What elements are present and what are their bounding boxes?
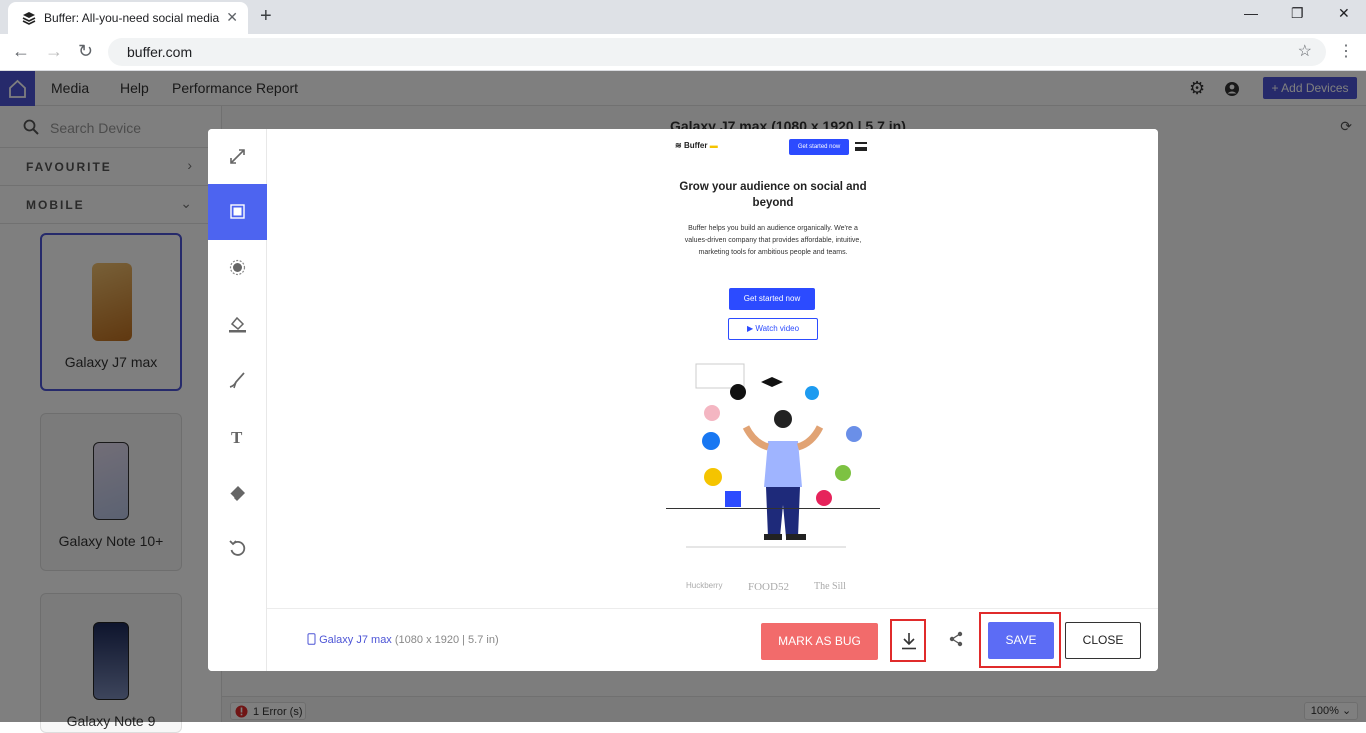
eraser-icon [229, 486, 245, 501]
restore-icon[interactable]: ❐ [1291, 5, 1304, 22]
annotation-toolbar: T [208, 129, 267, 671]
forward-icon[interactable]: → [45, 41, 63, 62]
brush-icon [229, 372, 245, 389]
preview-watch-video: ▶ Watch video [728, 318, 818, 340]
preview-headline: Grow your audience on social and beyond [679, 181, 867, 209]
bookmark-star-icon[interactable]: ☆ [1298, 41, 1312, 61]
save-highlight: SAVE [979, 612, 1061, 668]
fill-tool[interactable] [208, 296, 267, 352]
annotation-drawn-line [666, 508, 880, 509]
circle-tool[interactable] [208, 240, 267, 296]
device-info: Galaxy J7 max (1080 x 1920 | 5.7 in) [307, 633, 499, 646]
close-tab-icon[interactable]: ✕ [226, 9, 238, 26]
text-tool[interactable]: T [208, 409, 267, 465]
modal-footer: Galaxy J7 max (1080 x 1920 | 5.7 in) MAR… [267, 608, 1158, 671]
line-tool[interactable] [208, 129, 267, 185]
paint-bucket-icon [229, 316, 246, 333]
download-icon [902, 633, 916, 650]
browser-menu-icon[interactable]: ⋮ [1338, 41, 1354, 61]
new-tab-icon[interactable]: + [260, 5, 272, 28]
circle-icon [229, 259, 246, 276]
text-icon: T [231, 428, 243, 446]
minimize-icon[interactable]: — [1244, 5, 1258, 21]
eraser-tool[interactable] [208, 465, 267, 521]
preview-body: Buffer helps you build an audience organ… [684, 225, 862, 256]
reload-icon[interactable]: ↻ [78, 41, 93, 62]
hamburger-icon [855, 142, 867, 151]
save-button[interactable]: SAVE [988, 622, 1054, 659]
svg-text:T: T [231, 428, 243, 446]
rectangle-tool[interactable] [208, 184, 267, 240]
back-icon[interactable]: ← [12, 41, 30, 62]
pen-tool[interactable] [208, 352, 267, 408]
browser-tab[interactable]: Buffer: All-you-need social media ✕ [8, 2, 248, 34]
preview-top-cta: Get started now [789, 139, 849, 155]
download-button[interactable] [890, 619, 926, 662]
browser-tab-bar: Buffer: All-you-need social media ✕ + — … [0, 0, 1366, 34]
share-icon[interactable] [948, 631, 964, 647]
url-field[interactable]: buffer.com ☆ [108, 38, 1326, 66]
illustration-image [686, 363, 862, 548]
mark-as-bug-button[interactable]: MARK AS BUG [761, 623, 878, 660]
address-bar: ← → ↻ buffer.com ☆ ⋮ [0, 34, 1366, 71]
buffer-favicon-icon [22, 12, 36, 25]
url-text: buffer.com [127, 44, 193, 60]
line-icon [230, 149, 245, 164]
close-button[interactable]: CLOSE [1065, 622, 1141, 659]
annotation-canvas[interactable]: ≋ Buffer ▬ Get started now Grow your aud… [267, 129, 1158, 608]
undo-icon [229, 540, 246, 556]
preview-logo: ≋ Buffer ▬ [675, 141, 718, 150]
undo-tool[interactable] [208, 521, 267, 577]
window-close-icon[interactable]: ✕ [1338, 5, 1350, 22]
phone-icon [307, 633, 316, 645]
screenshot-annotation-modal: T ≋ Buffer ▬ Get started now Grow your a… [208, 129, 1158, 671]
captured-screenshot: ≋ Buffer ▬ Get started now Grow your aud… [666, 129, 880, 608]
browser-tab-title: Buffer: All-you-need social media [44, 11, 220, 25]
preview-primary-cta: Get started now [729, 288, 815, 310]
rectangle-icon [230, 204, 245, 219]
